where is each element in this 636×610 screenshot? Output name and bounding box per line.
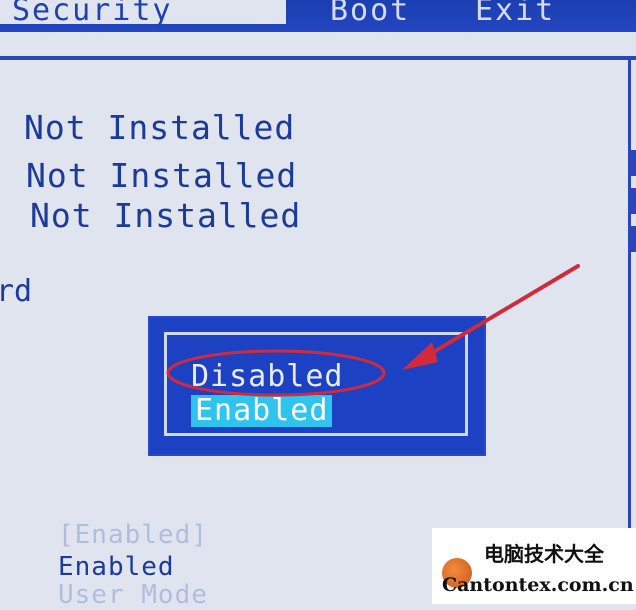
watermark-title: 电脑技术大全 (484, 542, 604, 566)
highlight-circle (166, 349, 386, 397)
pointer-arrow (418, 264, 580, 362)
watermark-site: Cantontex.com.cn (442, 574, 634, 596)
setting-value: Enabled (58, 552, 175, 582)
watermark: 电脑技术大全 Cantontex.com.cn (432, 528, 636, 604)
pointer-arrowhead (402, 342, 438, 370)
annotation-overlay (166, 264, 580, 397)
bracket-value[interactable]: [Enabled] (58, 520, 208, 550)
mode-value: User Mode (58, 580, 208, 610)
